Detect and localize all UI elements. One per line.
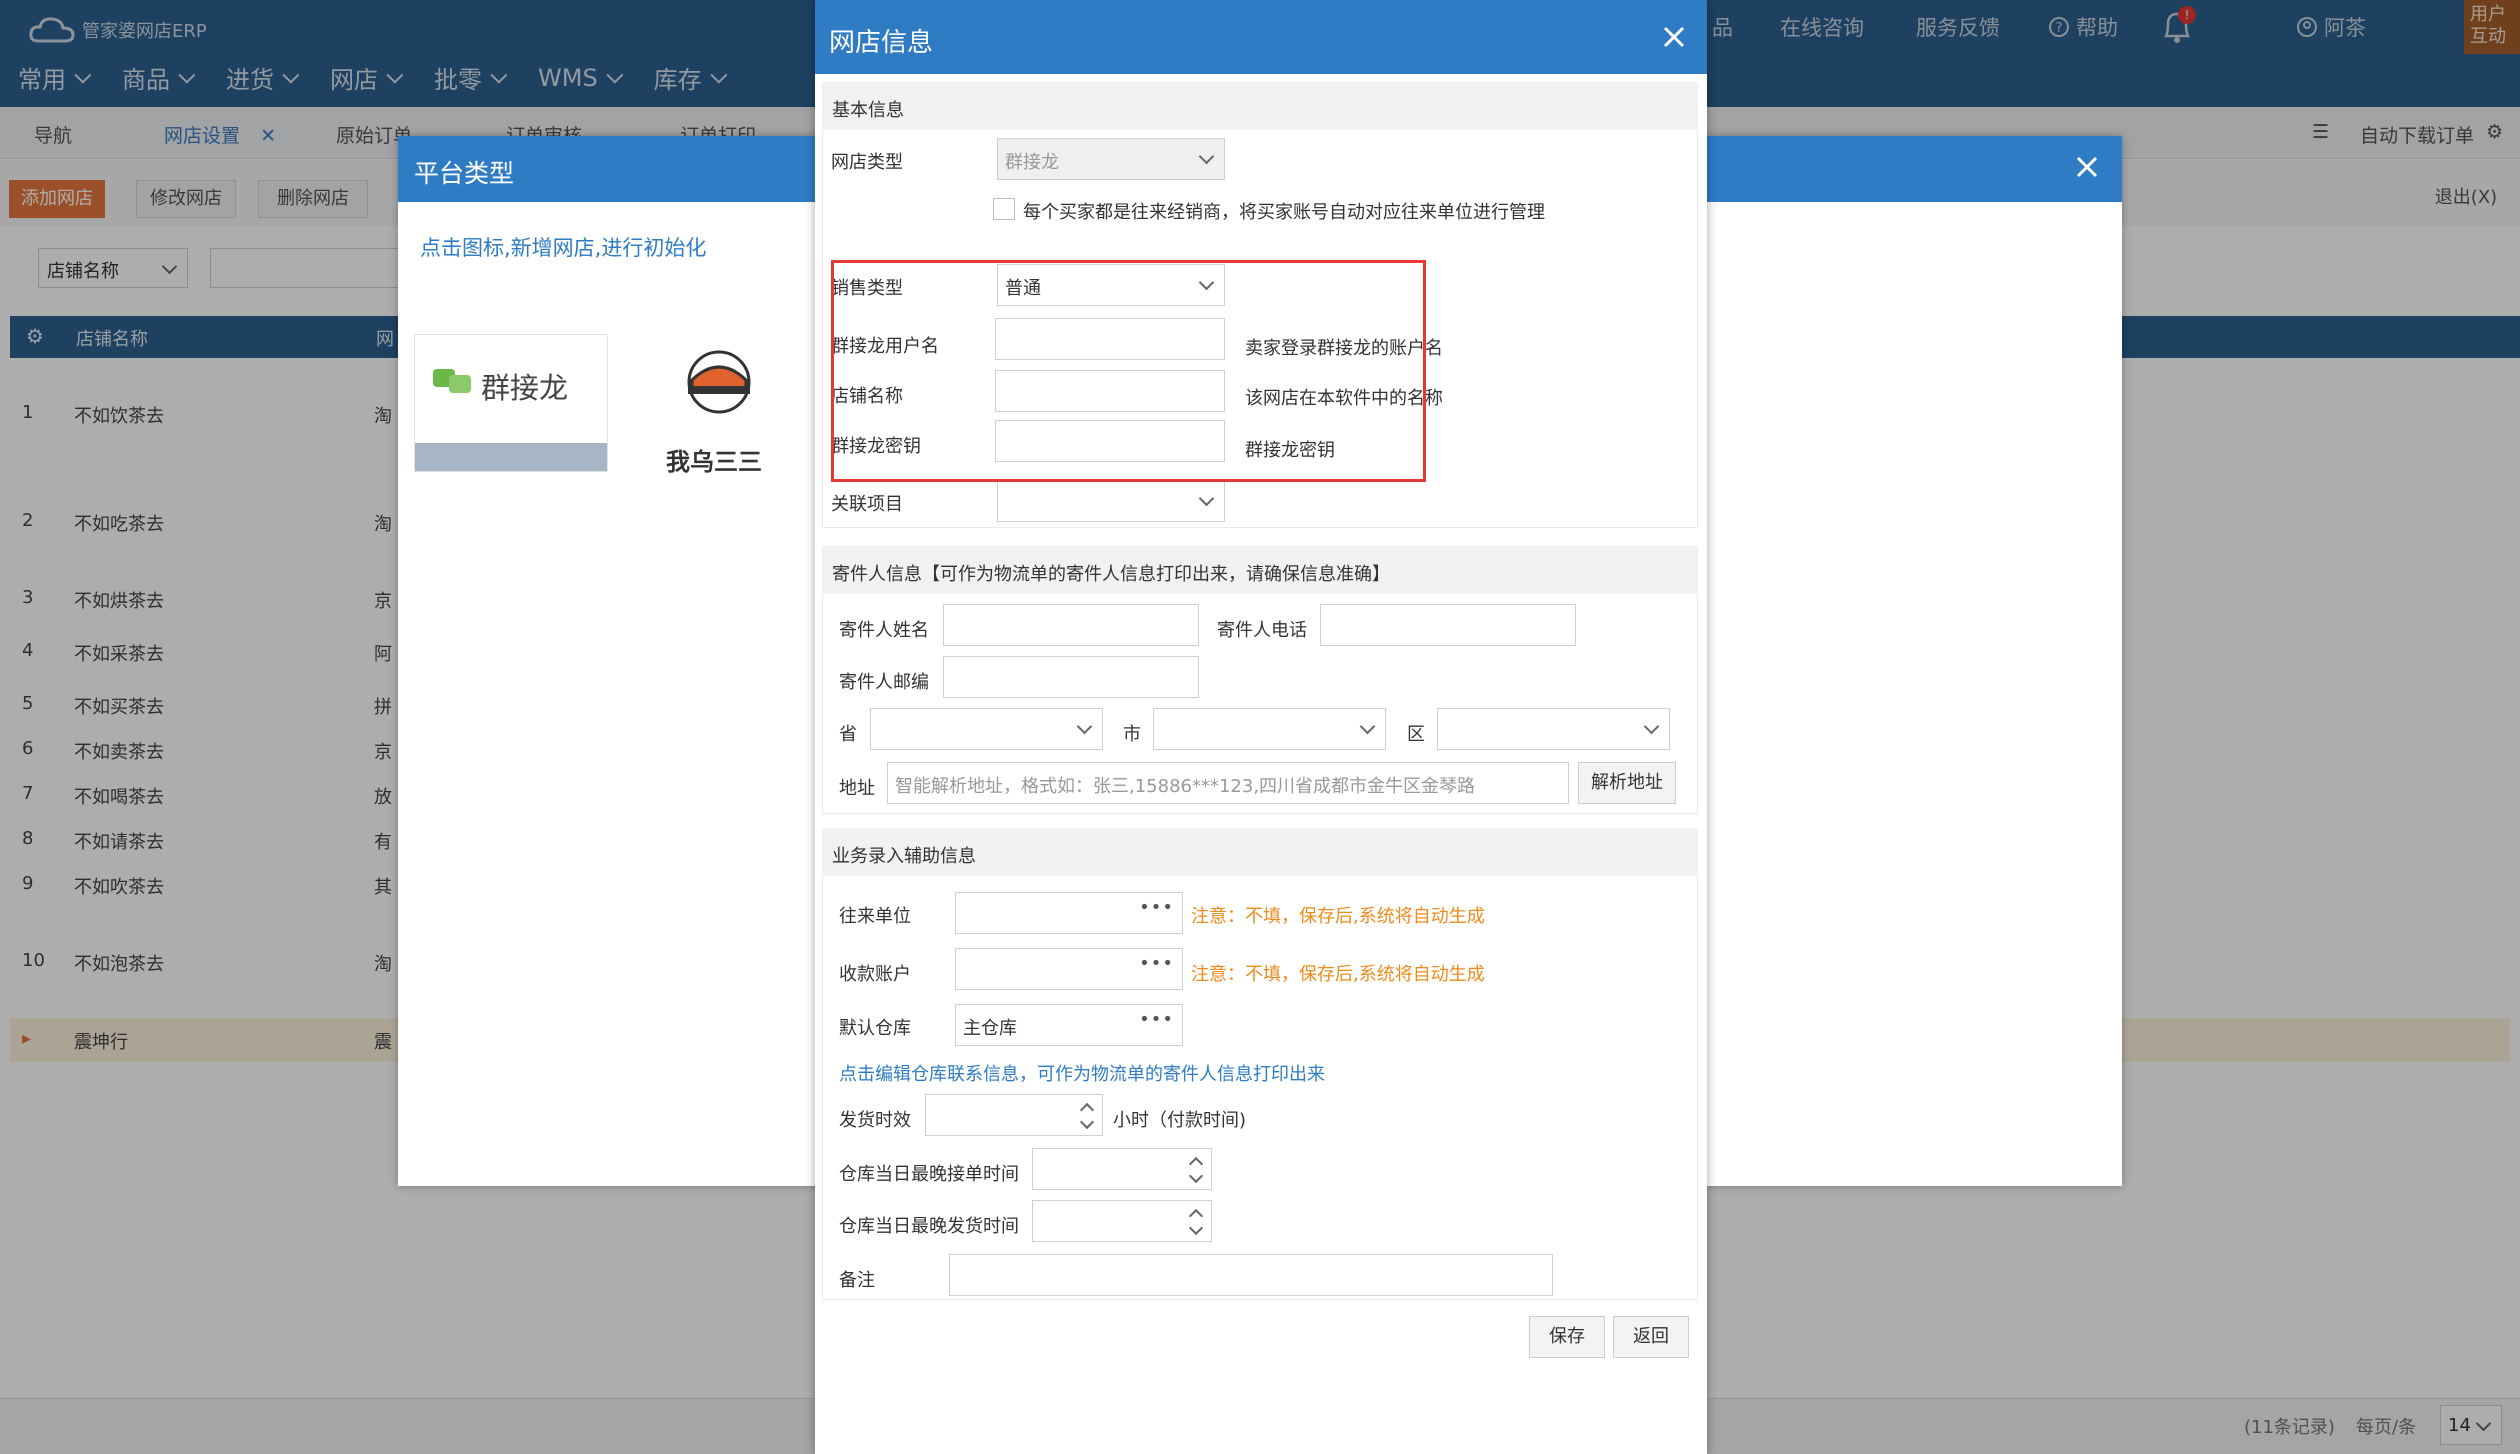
platform-dialog-title: 平台类型 bbox=[414, 159, 515, 188]
project-label: 关联项目 bbox=[831, 494, 903, 515]
save-button[interactable]: 保存 bbox=[1529, 1316, 1605, 1358]
sender-name-input[interactable] bbox=[943, 604, 1199, 646]
shop-dialog-title: 网店信息 bbox=[829, 28, 934, 58]
basic-info-header: 基本信息 bbox=[822, 82, 1698, 130]
stepper-down-icon[interactable] bbox=[1188, 1168, 1204, 1184]
parse-address-button[interactable]: 解析地址 bbox=[1578, 762, 1676, 804]
city-select[interactable] bbox=[1153, 708, 1386, 750]
address-label: 地址 bbox=[839, 778, 875, 799]
qunjielong-logo-icon bbox=[433, 369, 471, 393]
sender-zip-label: 寄件人邮编 bbox=[839, 672, 929, 693]
back-button[interactable]: 返回 bbox=[1613, 1316, 1689, 1358]
district-label: 区 bbox=[1407, 724, 1425, 745]
address-input[interactable]: 智能解析地址，格式如：张三,15886***123,四川省成都市金牛区金琴路 bbox=[887, 762, 1569, 804]
warehouse-label: 默认仓库 bbox=[839, 1018, 911, 1039]
partner-warning: 注意：不填，保存后,系统将自动生成 bbox=[1191, 906, 1485, 927]
chevron-down-icon bbox=[1076, 718, 1093, 735]
highlight-annotation-box bbox=[831, 260, 1426, 482]
sender-info-header: 寄件人信息【可作为物流单的寄件人信息打印出来，请确保信息准确】 bbox=[822, 546, 1698, 594]
district-select[interactable] bbox=[1437, 708, 1670, 750]
sender-zip-input[interactable] bbox=[943, 656, 1199, 698]
buyer-as-partner-label: 每个买家都是往来经销商，将买家账号自动对应往来单位进行管理 bbox=[1023, 202, 1545, 223]
shop-dialog-header: 网店信息 bbox=[815, 0, 1707, 74]
close-icon[interactable] bbox=[1659, 22, 1689, 52]
sender-phone-label: 寄件人电话 bbox=[1217, 620, 1307, 641]
stepper-down-icon[interactable] bbox=[1188, 1220, 1204, 1236]
chevron-down-icon bbox=[1198, 490, 1215, 507]
close-icon[interactable] bbox=[2072, 152, 2102, 182]
project-select[interactable] bbox=[997, 480, 1225, 522]
account-picker[interactable]: ••• bbox=[955, 948, 1183, 990]
partner-label: 往来单位 bbox=[839, 906, 911, 927]
account-label: 收款账户 bbox=[839, 964, 911, 985]
stepper-down-icon[interactable] bbox=[1079, 1114, 1095, 1130]
woshansan-logo-icon bbox=[687, 350, 751, 414]
chevron-down-icon bbox=[1198, 148, 1215, 165]
business-info-header: 业务录入辅助信息 bbox=[822, 828, 1698, 876]
warehouse-picker[interactable]: 主仓库 ••• bbox=[955, 1004, 1183, 1046]
more-icon[interactable]: ••• bbox=[1139, 1009, 1174, 1030]
ship-time-stepper[interactable] bbox=[925, 1094, 1103, 1136]
platform-tile-label: 群接龙 bbox=[481, 371, 569, 405]
platform-tile-woshansan[interactable]: 我乌三三 bbox=[624, 334, 818, 476]
city-label: 市 bbox=[1123, 724, 1141, 745]
platform-tile-qunjielong[interactable]: 群接龙 bbox=[414, 334, 608, 472]
latest-accept-label: 仓库当日最晚接单时间 bbox=[839, 1164, 1019, 1185]
partner-picker[interactable]: ••• bbox=[955, 892, 1183, 934]
selected-bar bbox=[415, 443, 607, 471]
platform-dialog-hint: 点击图标,新增网店,进行初始化 bbox=[420, 236, 707, 260]
latest-ship-label: 仓库当日最晚发货时间 bbox=[839, 1216, 1019, 1237]
ship-time-label: 发货时效 bbox=[839, 1110, 911, 1131]
platform-tile-label: 我乌三三 bbox=[666, 448, 762, 476]
ship-time-unit: 小时（付款时间) bbox=[1113, 1110, 1247, 1131]
more-icon[interactable]: ••• bbox=[1139, 897, 1174, 918]
chevron-down-icon bbox=[1359, 718, 1376, 735]
chevron-down-icon bbox=[1643, 718, 1660, 735]
sender-phone-input[interactable] bbox=[1320, 604, 1576, 646]
shop-info-dialog: 网店信息 基本信息 网店类型 群接龙 每个买家都是往来经销商，将买家账号自动对应… bbox=[815, 0, 1707, 1454]
remark-input[interactable] bbox=[949, 1254, 1553, 1296]
latest-accept-stepper[interactable] bbox=[1032, 1148, 1212, 1190]
province-select[interactable] bbox=[870, 708, 1103, 750]
shop-type-select: 群接龙 bbox=[997, 138, 1225, 180]
buyer-as-partner-checkbox[interactable] bbox=[993, 198, 1015, 220]
shop-type-label: 网店类型 bbox=[831, 152, 903, 173]
sender-name-label: 寄件人姓名 bbox=[839, 620, 929, 641]
province-label: 省 bbox=[839, 724, 857, 745]
remark-label: 备注 bbox=[839, 1270, 875, 1291]
more-icon[interactable]: ••• bbox=[1139, 953, 1174, 974]
account-warning: 注意：不填，保存后,系统将自动生成 bbox=[1191, 964, 1485, 985]
latest-ship-stepper[interactable] bbox=[1032, 1200, 1212, 1242]
edit-warehouse-contact-link[interactable]: 点击编辑仓库联系信息，可作为物流单的寄件人信息打印出来 bbox=[839, 1060, 1325, 1086]
